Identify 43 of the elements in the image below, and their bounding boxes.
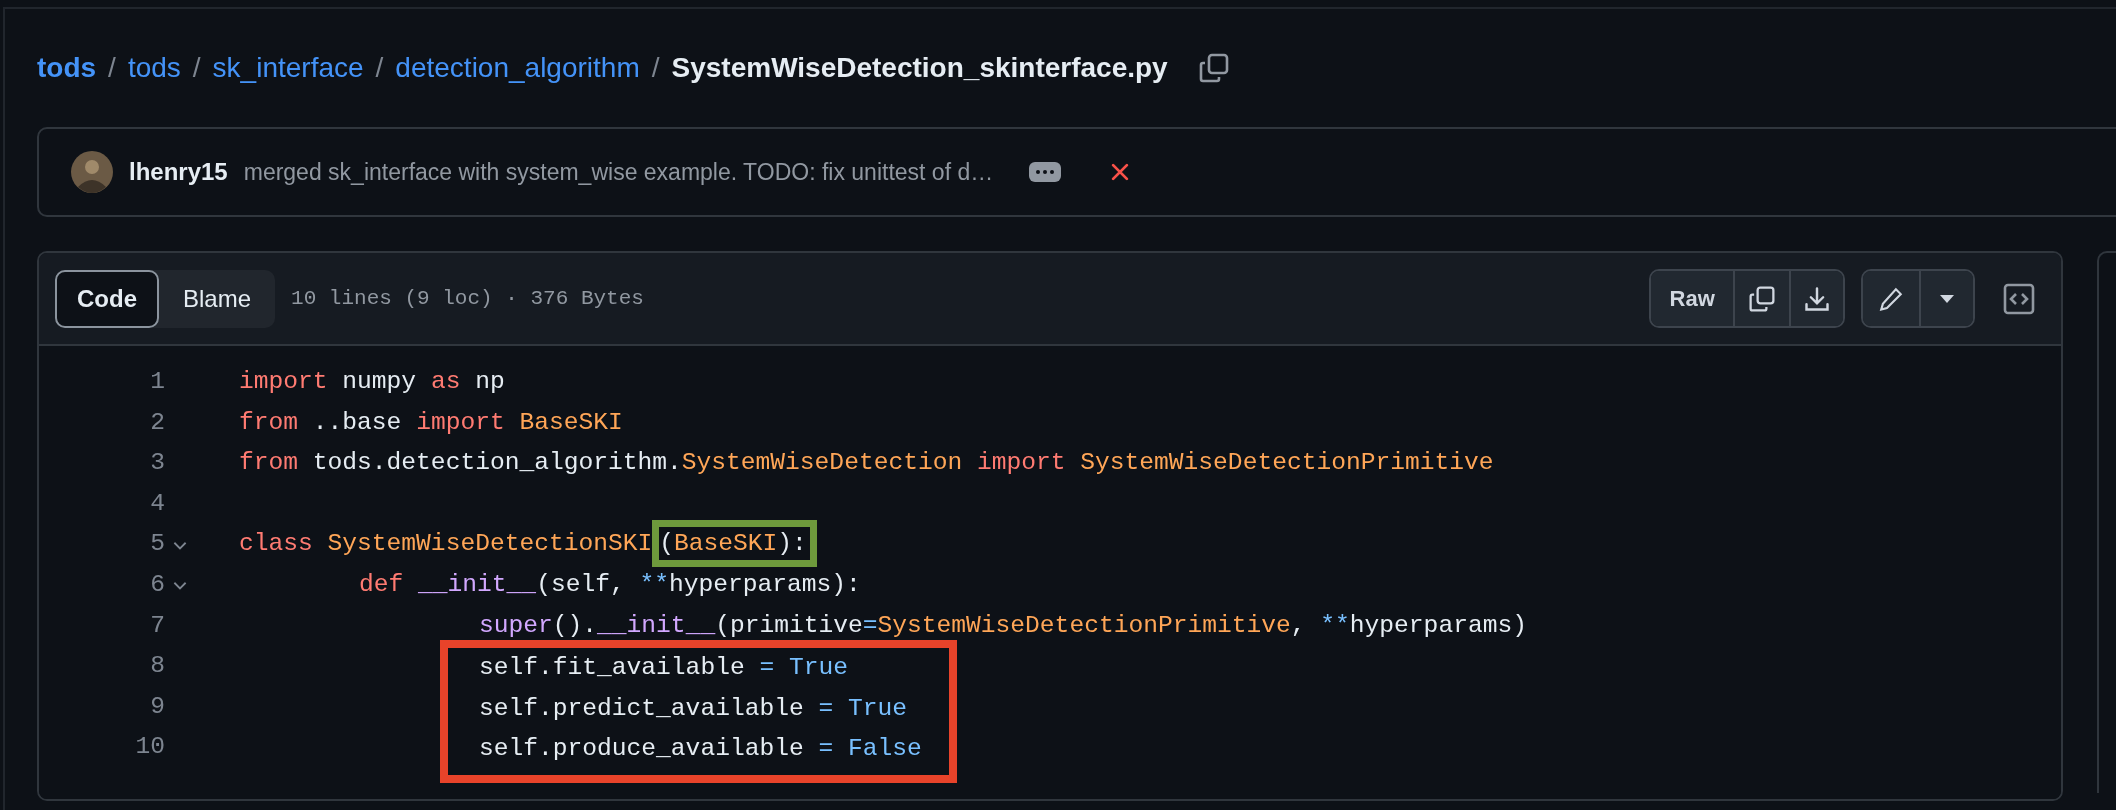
path-separator: / — [375, 52, 384, 84]
code-line: super().__init__(primitive=SystemWiseDetectionPrimitive, **hyperparams) — [478, 610, 1527, 641]
file-info: 10 lines (9 loc) · 376 Bytes — [291, 287, 644, 310]
view-tab[interactable]: Blame — [159, 269, 276, 328]
code-line: from ..base import BaseSKI — [239, 407, 623, 438]
code-line: import numpy as np — [239, 367, 505, 397]
breadcrumb-link[interactable]: sk_interface — [212, 52, 364, 84]
pencil-icon — [1878, 285, 1905, 312]
line-number: 6 — [149, 569, 165, 600]
file-title: SystemWiseDetection_skinterface.py — [671, 52, 1168, 84]
caret-icon — [1940, 294, 1955, 303]
line-number: 10 — [134, 732, 165, 763]
download-button[interactable] — [1789, 271, 1844, 326]
commit-message[interactable]: merged sk_interface with system_wise example. TODO: fix unittest of d… — [243, 158, 994, 186]
breadcrumb-link[interactable]: tods — [127, 52, 181, 84]
code-line: self.fit_available = True — [479, 653, 848, 684]
view-tab[interactable]: Code — [55, 269, 159, 328]
path-separator: / — [192, 52, 201, 84]
line-number: 2 — [149, 407, 165, 438]
code-line: def __init__(self, **hyperparams): — [358, 569, 861, 600]
download-icon — [1803, 284, 1832, 313]
breadcrumb-link[interactable]: tods — [37, 52, 97, 84]
line-number: 4 — [149, 488, 165, 519]
copy-icon — [1748, 284, 1777, 313]
path-separator: / — [108, 52, 116, 84]
avatar — [71, 151, 113, 193]
code-line: from tods.detection_algorithm.SystemWiseDetection import SystemWiseDetectionPrimitive — [239, 448, 1494, 479]
raw-button[interactable]: Raw — [1651, 271, 1734, 326]
author-name[interactable]: lhenry15 — [129, 158, 228, 186]
code-line: self.predict_available = True — [479, 693, 908, 724]
line-number: 3 — [149, 448, 165, 479]
edit-button[interactable] — [1863, 271, 1920, 326]
breadcrumb-link[interactable]: detection_algorithm — [395, 52, 640, 84]
code-line: self.produce_available = False — [479, 734, 922, 765]
code-icon[interactable] — [2003, 282, 2036, 315]
line-number: 5 — [149, 529, 165, 560]
line-number: 8 — [149, 651, 165, 682]
line-number: 9 — [149, 691, 165, 722]
line-number: 1 — [149, 367, 165, 397]
path-separator: / — [651, 52, 660, 84]
copy-button[interactable] — [1733, 271, 1790, 326]
line-number: 7 — [149, 610, 165, 641]
more-icon[interactable] — [1029, 162, 1062, 182]
